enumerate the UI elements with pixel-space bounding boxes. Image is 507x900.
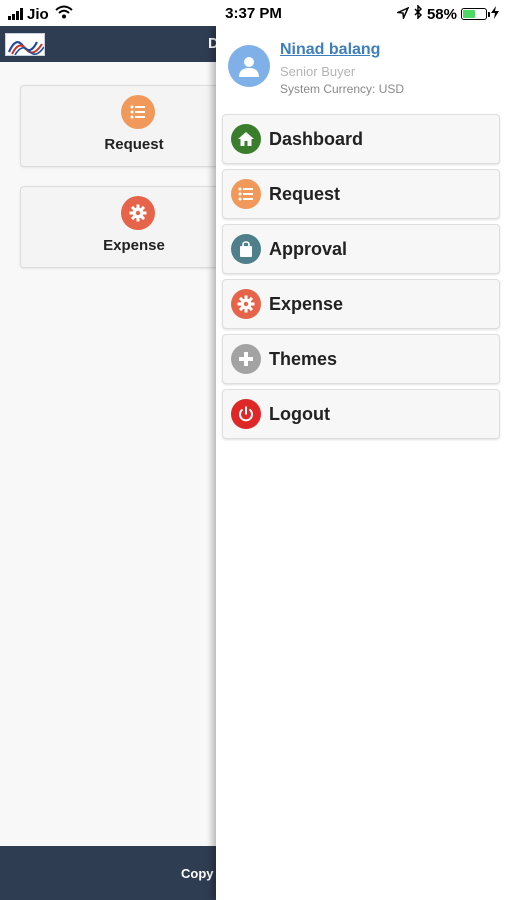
tile-request[interactable]: Request	[20, 85, 217, 167]
list-icon	[121, 95, 155, 129]
menu-label: Themes	[269, 349, 338, 369]
battery-percent: 58%	[426, 5, 457, 23]
gear-icon	[121, 196, 155, 230]
menu-item-expense[interactable]: Expense	[222, 279, 500, 329]
app-header: D	[0, 26, 219, 62]
home-icon	[231, 124, 261, 154]
status-right: 58%	[395, 4, 499, 23]
app-footer: Copy	[0, 846, 216, 900]
plus-icon	[231, 344, 261, 374]
menu-label: Logout	[269, 404, 330, 424]
menu-label: Dashboard	[269, 129, 364, 149]
user-role: Senior Buyer	[280, 64, 356, 79]
tile-label: Expense	[103, 237, 165, 254]
bluetooth-icon	[413, 4, 423, 23]
user-name-link[interactable]: Ninad balang	[280, 41, 380, 59]
menu-label: Request	[269, 184, 341, 204]
app-logo[interactable]	[5, 33, 45, 56]
battery-icon	[461, 8, 490, 20]
menu-item-dashboard[interactable]: Dashboard	[222, 114, 500, 164]
menu-label: Expense	[269, 294, 344, 314]
tile-label: Request	[104, 136, 164, 153]
list-icon	[231, 179, 261, 209]
location-icon	[395, 6, 410, 23]
bag-icon	[231, 234, 261, 264]
footer-text: Copy	[181, 866, 214, 881]
user-avatar-icon[interactable]	[228, 45, 270, 87]
menu-item-approval[interactable]: Approval	[222, 224, 500, 274]
background-app: D Request Expense Copy	[0, 26, 219, 900]
power-icon	[231, 399, 261, 429]
tile-expense[interactable]: Expense	[20, 186, 217, 268]
menu-item-request[interactable]: Request	[222, 169, 500, 219]
menu-item-logout[interactable]: Logout	[222, 389, 500, 439]
charging-icon	[491, 5, 499, 23]
side-drawer: Ninad balang Senior Buyer System Currenc…	[216, 26, 507, 900]
status-bar: Jio 3:37 PM 58%	[0, 0, 507, 26]
menu-label: Approval	[269, 239, 348, 259]
gear-icon	[231, 289, 261, 319]
menu-item-themes[interactable]: Themes	[222, 334, 500, 384]
user-currency: System Currency: USD	[280, 82, 405, 96]
